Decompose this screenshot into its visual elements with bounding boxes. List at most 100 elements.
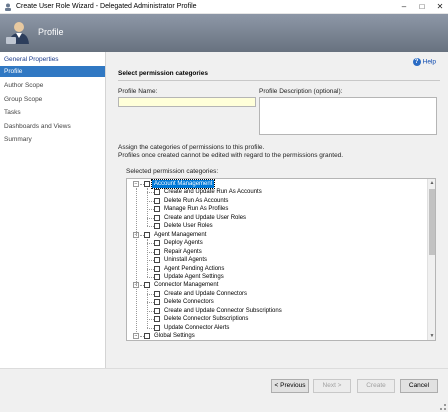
tree-permission-row[interactable]: Deploy Agents <box>127 239 427 247</box>
permission-checkbox[interactable] <box>154 273 160 280</box>
tree-permission-label: Uninstall Agents <box>164 257 208 264</box>
permission-checkbox[interactable] <box>154 257 160 264</box>
scroll-thumb[interactable] <box>429 189 435 255</box>
tree-permission-label: Create and Update User Roles <box>164 214 247 221</box>
tree-category-row[interactable]: − Connector Management <box>127 281 427 289</box>
tree-connector-line <box>147 302 154 304</box>
tree-connector-line <box>147 209 154 211</box>
wizard-footer: < Previous Next > Create Cancel <box>0 368 448 412</box>
permission-checkbox[interactable] <box>154 223 160 230</box>
section-divider <box>118 80 440 81</box>
tree-permission-label: Delete Run As Accounts <box>164 197 229 204</box>
tree-permission-label: Create and Update Run As Accounts <box>164 189 262 196</box>
wizard-steps-sidebar: General Properties Profile Author Scope … <box>0 52 105 368</box>
permission-checkbox[interactable] <box>154 197 160 204</box>
previous-button[interactable]: < Previous <box>271 379 309 393</box>
tree-permission-row[interactable]: Agent Pending Actions <box>127 265 427 273</box>
category-checkbox[interactable] <box>144 282 150 289</box>
profile-name-field[interactable] <box>118 97 256 107</box>
tree-permission-row[interactable]: Delete Connector Subscriptions <box>127 315 427 323</box>
tree-category-row[interactable]: − Agent Management <box>127 231 427 239</box>
tree-connector-line <box>147 310 154 312</box>
tree-permission-row[interactable]: Delete Connectors <box>127 298 427 306</box>
scroll-down-arrow-icon[interactable]: ▼ <box>428 332 435 340</box>
permission-checkbox[interactable] <box>154 299 160 306</box>
tree-connector-line <box>147 200 154 202</box>
tree-permission-row[interactable]: Create and Update Connector Subscription… <box>127 307 427 315</box>
tree-connector-line <box>147 327 154 329</box>
tree-scrollbar[interactable]: ▲ ▼ <box>427 179 435 340</box>
category-checkbox[interactable] <box>144 181 150 187</box>
profile-name-label: Profile Name: <box>118 88 158 95</box>
sidebar-item-author-scope[interactable]: Author Scope <box>0 80 105 91</box>
tree-category-row[interactable]: − Global Settings <box>127 332 427 340</box>
permission-checkbox[interactable] <box>154 290 160 297</box>
tree-permission-row[interactable]: Repair Agents <box>127 248 427 256</box>
main-content: ? Help Select permission categories Profi… <box>105 52 448 368</box>
tree-connector-line <box>147 268 154 270</box>
sidebar-item-profile[interactable]: Profile <box>0 66 105 77</box>
tree-permission-label: Delete Connector Subscriptions <box>164 316 249 323</box>
sidebar-item-general-properties[interactable]: General Properties <box>0 54 105 65</box>
permission-checkbox[interactable] <box>154 248 160 255</box>
sidebar-item-dashboards-and-views[interactable]: Dashboards and Views <box>0 121 105 132</box>
user-role-icon <box>6 22 29 44</box>
category-checkbox[interactable] <box>144 333 150 340</box>
tree-permission-row[interactable]: Create and Update Connectors <box>127 290 427 298</box>
resize-grip-icon[interactable] <box>440 404 446 410</box>
category-checkbox[interactable] <box>144 231 150 238</box>
tree-permission-row[interactable]: Create and Update User Roles <box>127 214 427 222</box>
permission-checkbox[interactable] <box>154 307 160 314</box>
sidebar-item-group-scope[interactable]: Group Scope <box>0 94 105 105</box>
tree-permission-label: Deploy Agents <box>164 240 203 247</box>
window-title: Create User Role Wizard - Delegated Admi… <box>16 3 197 10</box>
tree-branch-line <box>147 238 148 277</box>
permission-checkbox[interactable] <box>154 316 160 323</box>
scroll-up-arrow-icon[interactable]: ▲ <box>428 179 435 187</box>
help-label: Help <box>422 58 436 66</box>
tree-permission-label: Repair Agents <box>164 248 202 255</box>
tree-permission-row[interactable]: Delete Run As Accounts <box>127 197 427 205</box>
sidebar-item-summary[interactable]: Summary <box>0 134 105 145</box>
permission-checkbox[interactable] <box>154 206 160 213</box>
sidebar-item-tasks[interactable]: Tasks <box>0 107 105 118</box>
maximize-button[interactable]: □ <box>414 1 430 13</box>
close-button[interactable]: ✕ <box>432 1 448 13</box>
permission-checkbox[interactable] <box>154 240 160 247</box>
permission-categories-tree[interactable]: − Account Management Create and Update Run… <box>126 178 436 341</box>
permission-checkbox[interactable] <box>154 324 160 331</box>
tree-branch-line <box>147 188 148 227</box>
tree-connector-line <box>147 276 154 278</box>
tree-permission-label: Manage Run As Profiles <box>164 206 229 213</box>
tree-category-row[interactable]: − Account Management <box>127 179 427 189</box>
tree-connector-line <box>147 260 154 262</box>
tree-permission-row[interactable]: Manage Run As Profiles <box>127 205 427 213</box>
tree-permission-row[interactable]: Update Agent Settings <box>127 273 427 281</box>
tree-permission-label: Delete Connectors <box>164 299 214 306</box>
next-button[interactable]: Next > <box>313 379 351 393</box>
tree-permission-row[interactable]: Create and Update Run As Accounts <box>127 188 427 196</box>
expand-collapse-icon[interactable]: − <box>133 181 139 187</box>
tree-permission-label: Create and Update Connectors <box>164 290 248 297</box>
tree-permission-row[interactable]: Uninstall Agents <box>127 256 427 264</box>
permission-checkbox[interactable] <box>154 189 160 196</box>
tree-root-line <box>136 188 137 337</box>
permission-checkbox[interactable] <box>154 214 160 221</box>
wizard-header: Profile <box>0 14 448 52</box>
help-link[interactable]: ? Help <box>412 58 436 66</box>
tree-category-label: Global Settings <box>154 333 195 340</box>
tree-connector-line <box>147 319 154 321</box>
tree-connector-line <box>147 243 154 245</box>
tree-permission-row[interactable]: Delete User Roles <box>127 222 427 230</box>
tree-permission-label: Create and Update Connector Subscription… <box>164 307 282 314</box>
tree-connector-line <box>147 293 154 295</box>
assign-instructions: Assign the categories of permissions to … <box>118 144 265 151</box>
tree-category-label: Account Management <box>150 179 216 189</box>
profile-description-field[interactable] <box>259 97 437 135</box>
tree-permission-row[interactable]: Update Connector Alerts <box>127 324 427 332</box>
create-button[interactable]: Create <box>357 379 395 393</box>
cancel-button[interactable]: Cancel <box>400 379 438 393</box>
permission-checkbox[interactable] <box>154 265 160 272</box>
minimize-button[interactable]: – <box>396 1 412 13</box>
tree-branch-line <box>147 289 148 328</box>
